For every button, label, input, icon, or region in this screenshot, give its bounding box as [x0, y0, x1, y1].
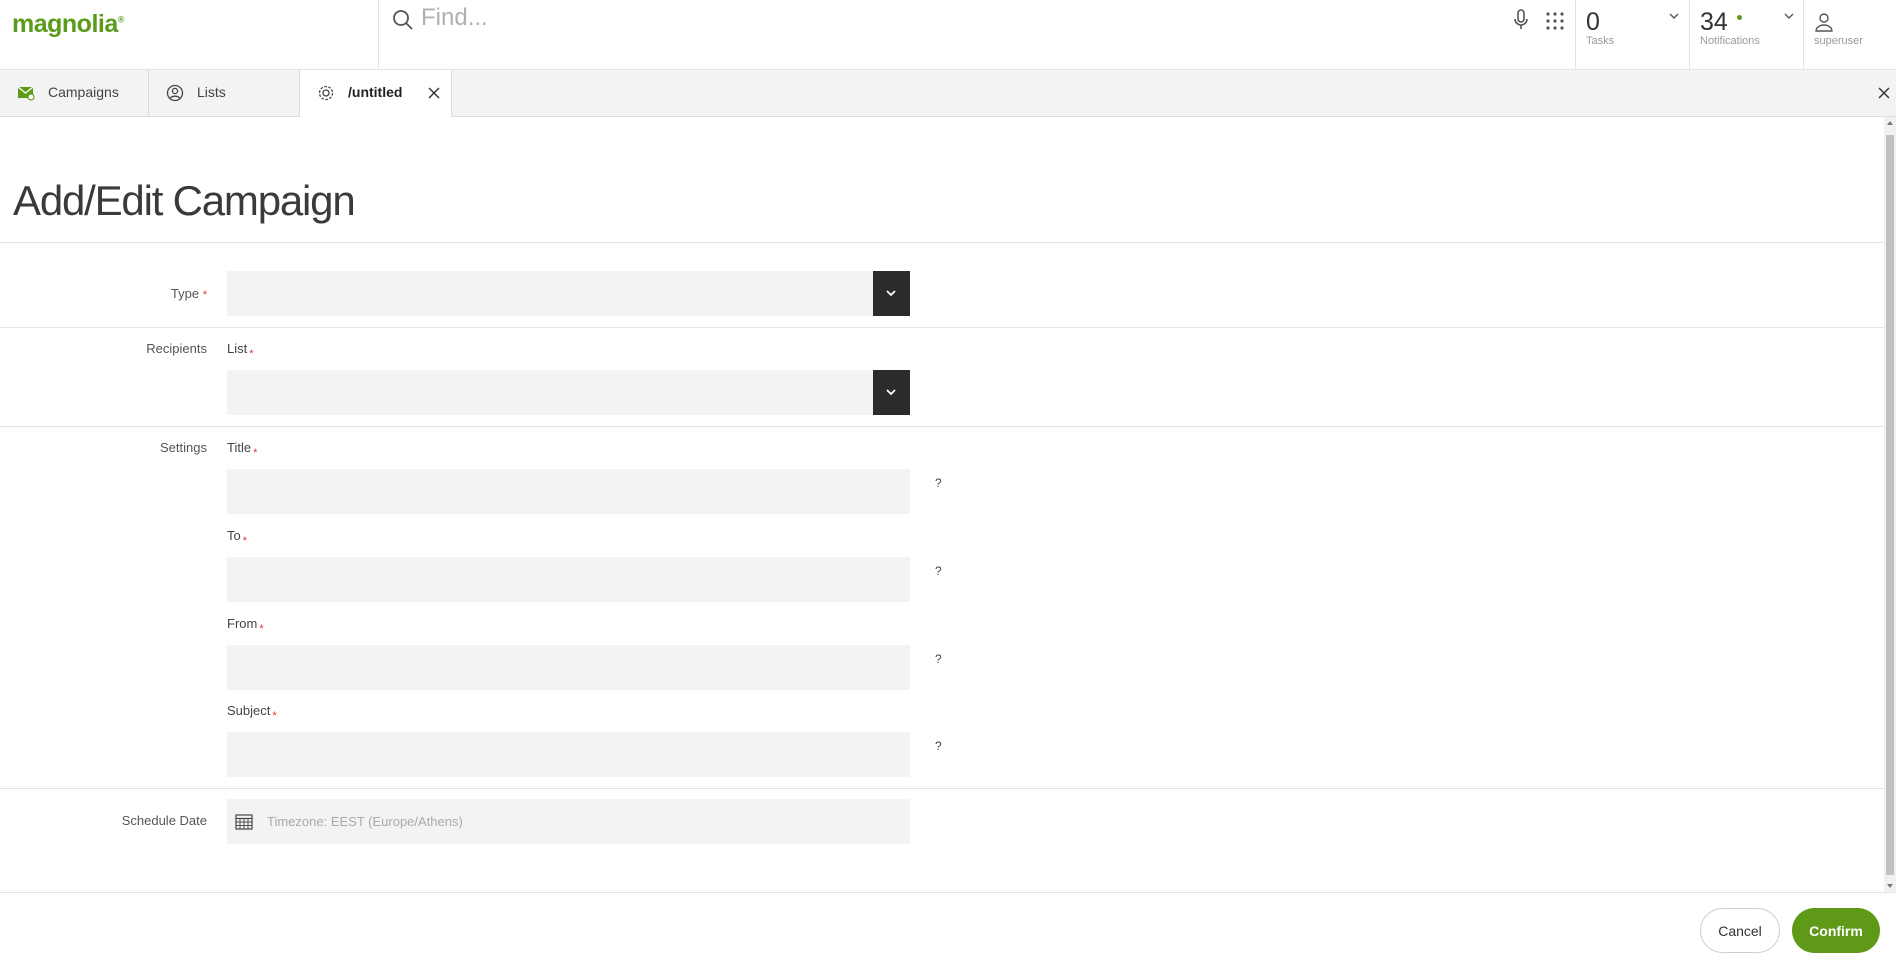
scroll-up-arrow-icon[interactable]	[1887, 121, 1893, 125]
tab-untitled[interactable]: /untitled	[300, 70, 452, 118]
from-input[interactable]	[227, 645, 910, 690]
chevron-down-icon	[886, 389, 896, 396]
search-bar	[378, 0, 1575, 70]
list-dropdown-button[interactable]	[873, 370, 910, 415]
mail-campaign-icon	[17, 86, 35, 101]
chevron-down-icon[interactable]	[1783, 10, 1795, 22]
cancel-button[interactable]: Cancel	[1700, 908, 1780, 953]
required-mark: *	[202, 289, 207, 301]
user-name: superuser	[1814, 35, 1863, 47]
tasks-indicator[interactable]: 0 Tasks	[1575, 0, 1689, 70]
tab-label: Lists	[197, 84, 226, 100]
close-all-tabs-icon[interactable]	[1877, 86, 1891, 100]
tasks-count: 0	[1586, 8, 1600, 36]
confirm-button[interactable]: Confirm	[1792, 908, 1880, 953]
list-select[interactable]	[227, 370, 910, 415]
subject-input[interactable]	[227, 732, 910, 777]
from-label: From	[227, 616, 258, 631]
type-row-label: Type *	[0, 286, 207, 301]
app-launcher-icon[interactable]	[1544, 10, 1566, 32]
dialog-footer: Cancel Confirm	[0, 892, 1896, 966]
required-mark: *	[242, 535, 248, 547]
tab-label: Campaigns	[48, 84, 119, 100]
microphone-icon[interactable]	[1512, 8, 1530, 32]
recipients-section-label: Recipients	[146, 341, 207, 356]
divider	[0, 327, 1884, 328]
to-help-icon[interactable]: ?	[935, 564, 942, 578]
title-field-label: Title *	[227, 440, 257, 459]
schedule-date-label: Schedule Date	[121, 813, 207, 828]
required-mark: *	[249, 348, 254, 360]
type-select[interactable]	[227, 271, 910, 316]
divider	[0, 788, 1884, 789]
title-input[interactable]	[227, 469, 910, 514]
chevron-down-icon	[886, 290, 896, 297]
close-icon[interactable]	[427, 86, 441, 100]
schedule-date-input[interactable]	[267, 799, 897, 844]
notifications-count: 34	[1700, 8, 1728, 36]
required-mark: *	[272, 710, 277, 722]
scroll-down-arrow-icon[interactable]	[1887, 884, 1893, 888]
schedule-date-field	[227, 799, 910, 844]
from-field-label: From *	[227, 616, 264, 635]
page-title: Add/Edit Campaign	[13, 177, 356, 224]
search-icon[interactable]	[391, 8, 415, 32]
calendar-icon[interactable]	[235, 813, 253, 830]
to-field-label: To *	[227, 528, 247, 547]
user-icon	[1815, 13, 1833, 32]
tasks-label: Tasks	[1586, 35, 1615, 47]
user-circle-icon	[166, 84, 184, 102]
tab-campaigns[interactable]: Campaigns	[0, 70, 149, 117]
divider	[0, 242, 1884, 243]
scroll-thumb[interactable]	[1886, 135, 1894, 875]
user-menu[interactable]: superuser	[1803, 0, 1896, 70]
subject-help-icon[interactable]: ?	[935, 739, 942, 753]
required-mark: *	[253, 447, 258, 459]
magnolia-logo[interactable]: magnolia®	[12, 10, 124, 39]
settings-section-label: Settings	[160, 440, 207, 455]
from-help-icon[interactable]: ?	[935, 652, 942, 666]
title-label: Title	[227, 440, 252, 455]
subject-label: Subject	[227, 703, 271, 718]
type-dropdown-button[interactable]	[873, 271, 910, 316]
chevron-down-icon[interactable]	[1668, 10, 1680, 22]
title-help-icon[interactable]: ?	[935, 476, 942, 490]
tab-label: /untitled	[348, 84, 403, 100]
divider	[0, 426, 1884, 427]
to-label: To	[227, 528, 241, 543]
required-mark: *	[259, 623, 264, 635]
search-input[interactable]	[421, 2, 1421, 34]
logo-mark: ®	[117, 14, 125, 25]
list-field-label: List *	[227, 341, 254, 360]
notifications-label: Notifications	[1700, 35, 1760, 47]
top-bar: magnolia® 0 Tasks 34 Notifications super…	[0, 0, 1896, 70]
tab-bar: Campaigns Lists /untitled	[0, 70, 1896, 118]
to-input[interactable]	[227, 557, 910, 602]
gear-icon	[318, 85, 334, 101]
list-label: List	[227, 341, 248, 356]
vertical-scrollbar[interactable]	[1884, 117, 1896, 892]
dialog-content: Add/Edit Campaign Type * Recipients List…	[0, 117, 1884, 892]
notifications-indicator[interactable]: 34 Notifications	[1689, 0, 1803, 70]
subject-field-label: Subject *	[227, 703, 277, 722]
tab-lists[interactable]: Lists	[149, 70, 300, 117]
type-label: Type	[170, 286, 200, 301]
logo-text: magnolia	[12, 10, 118, 38]
unread-dot	[1737, 15, 1742, 20]
